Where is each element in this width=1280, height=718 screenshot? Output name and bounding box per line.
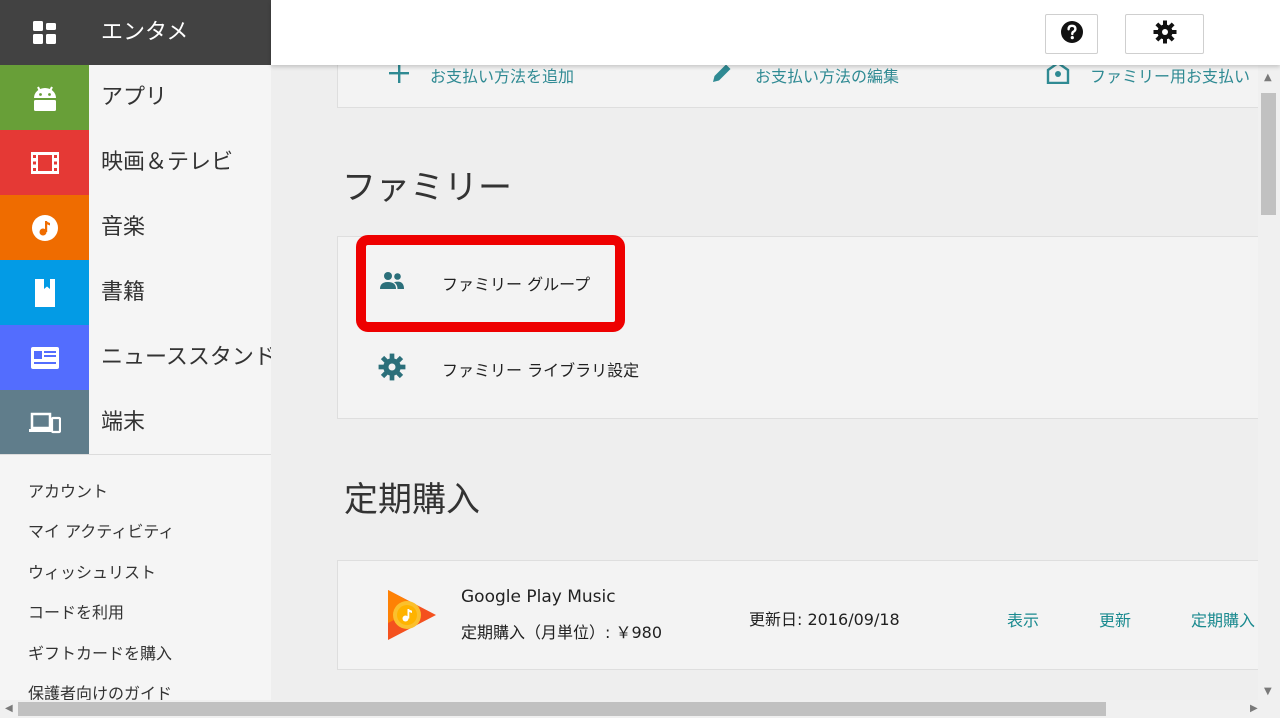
subscription-card: Google Play Music 定期購入（月単位）: ￥980 更新日: 2… xyxy=(337,560,1258,670)
scroll-right-arrow-icon[interactable]: ▶ xyxy=(1250,704,1258,714)
vertical-scroll-thumb[interactable] xyxy=(1261,93,1276,215)
sidebar-link-parent-guide[interactable]: 保護者向けのガイド xyxy=(28,680,172,700)
horizontal-scrollbar[interactable]: ◀ ▶ xyxy=(0,700,1280,718)
subscription-name: Google Play Music xyxy=(461,587,616,607)
sidebar-item-music[interactable]: 音楽 xyxy=(0,195,271,260)
newsstand-icon xyxy=(0,325,89,390)
sidebar-item-label: ニューススタンド xyxy=(101,345,271,370)
plus-icon xyxy=(388,65,410,88)
family-section-title: ファミリー xyxy=(342,168,512,208)
subscription-link[interactable]: 定期購入 xyxy=(1191,607,1255,631)
book-icon xyxy=(0,260,89,325)
sidebar-item-books[interactable]: 書籍 xyxy=(0,260,271,325)
music-note-icon xyxy=(0,195,89,260)
subscription-detail: 定期購入（月単位）: ￥980 xyxy=(461,623,663,642)
film-icon xyxy=(0,130,89,195)
pencil-icon xyxy=(711,65,735,88)
sidebar-item-movies-tv[interactable]: 映画＆テレビ xyxy=(0,130,271,195)
horizontal-scroll-thumb[interactable] xyxy=(18,702,1106,716)
settings-button[interactable] xyxy=(1125,14,1204,54)
sidebar-item-entertainment[interactable]: エンタメ xyxy=(0,0,271,65)
sidebar-item-label: 書籍 xyxy=(101,280,146,305)
subscriptions-section-title: 定期購入 xyxy=(344,480,480,520)
subscription-renewal-date: 更新日: 2016/09/18 xyxy=(749,610,900,629)
play-music-icon xyxy=(386,587,438,647)
scroll-down-arrow-icon[interactable]: ▼ xyxy=(1264,687,1272,697)
payment-card: お支払い方法を追加 お支払い方法の編集 ファミリー用お支払い xyxy=(337,65,1258,108)
gear-icon xyxy=(378,353,406,385)
family-payment-icon xyxy=(1046,65,1070,88)
update-link[interactable]: 更新 xyxy=(1099,607,1131,631)
sidebar-item-label: 映画＆テレビ xyxy=(101,150,234,175)
view-link[interactable]: 表示 xyxy=(1007,607,1039,631)
edit-payment-method-button[interactable]: お支払い方法の編集 xyxy=(711,65,899,88)
gear-icon xyxy=(1153,20,1177,48)
main-content: お支払い方法を追加 お支払い方法の編集 ファミリー用お支払い ファミリー ファミ… xyxy=(271,65,1258,700)
sidebar-link-my-activity[interactable]: マイ アクティビティ xyxy=(28,518,174,542)
add-payment-method-button[interactable]: お支払い方法を追加 xyxy=(388,65,574,88)
scroll-left-arrow-icon[interactable]: ◀ xyxy=(5,704,13,714)
sidebar-link-buy-gift-card[interactable]: ギフトカードを購入 xyxy=(28,640,172,664)
top-bar xyxy=(271,0,1280,65)
family-payment-button[interactable]: ファミリー用お支払い xyxy=(1046,65,1250,88)
sidebar-item-devices[interactable]: 端末 xyxy=(0,390,271,455)
family-library-settings-button[interactable]: ファミリー ライブラリ設定 xyxy=(378,353,639,385)
apps-grid-icon xyxy=(0,0,89,65)
scroll-up-arrow-icon[interactable]: ▲ xyxy=(1264,73,1272,83)
sidebar: エンタメ アプリ 映画＆テレビ 音楽 書籍 ニューススタンド 端末 アカウント … xyxy=(0,0,271,700)
android-icon xyxy=(0,65,89,130)
sidebar-divider xyxy=(0,454,271,455)
sidebar-item-label: エンタメ xyxy=(101,20,189,45)
vertical-scrollbar[interactable]: ▲ ▼ xyxy=(1258,65,1280,700)
devices-icon xyxy=(0,390,89,455)
sidebar-item-newsstand[interactable]: ニューススタンド xyxy=(0,325,271,390)
sidebar-item-label: 端末 xyxy=(101,410,146,435)
highlight-box xyxy=(356,235,625,332)
sidebar-item-label: アプリ xyxy=(101,85,168,110)
sidebar-item-apps[interactable]: アプリ xyxy=(0,65,271,130)
sidebar-link-account[interactable]: アカウント xyxy=(28,478,108,502)
sidebar-link-wishlist[interactable]: ウィッシュリスト xyxy=(28,559,156,583)
sidebar-item-label: 音楽 xyxy=(101,215,146,240)
help-button[interactable] xyxy=(1045,14,1098,54)
help-icon xyxy=(1060,20,1084,48)
sidebar-link-redeem[interactable]: コードを利用 xyxy=(28,599,124,623)
